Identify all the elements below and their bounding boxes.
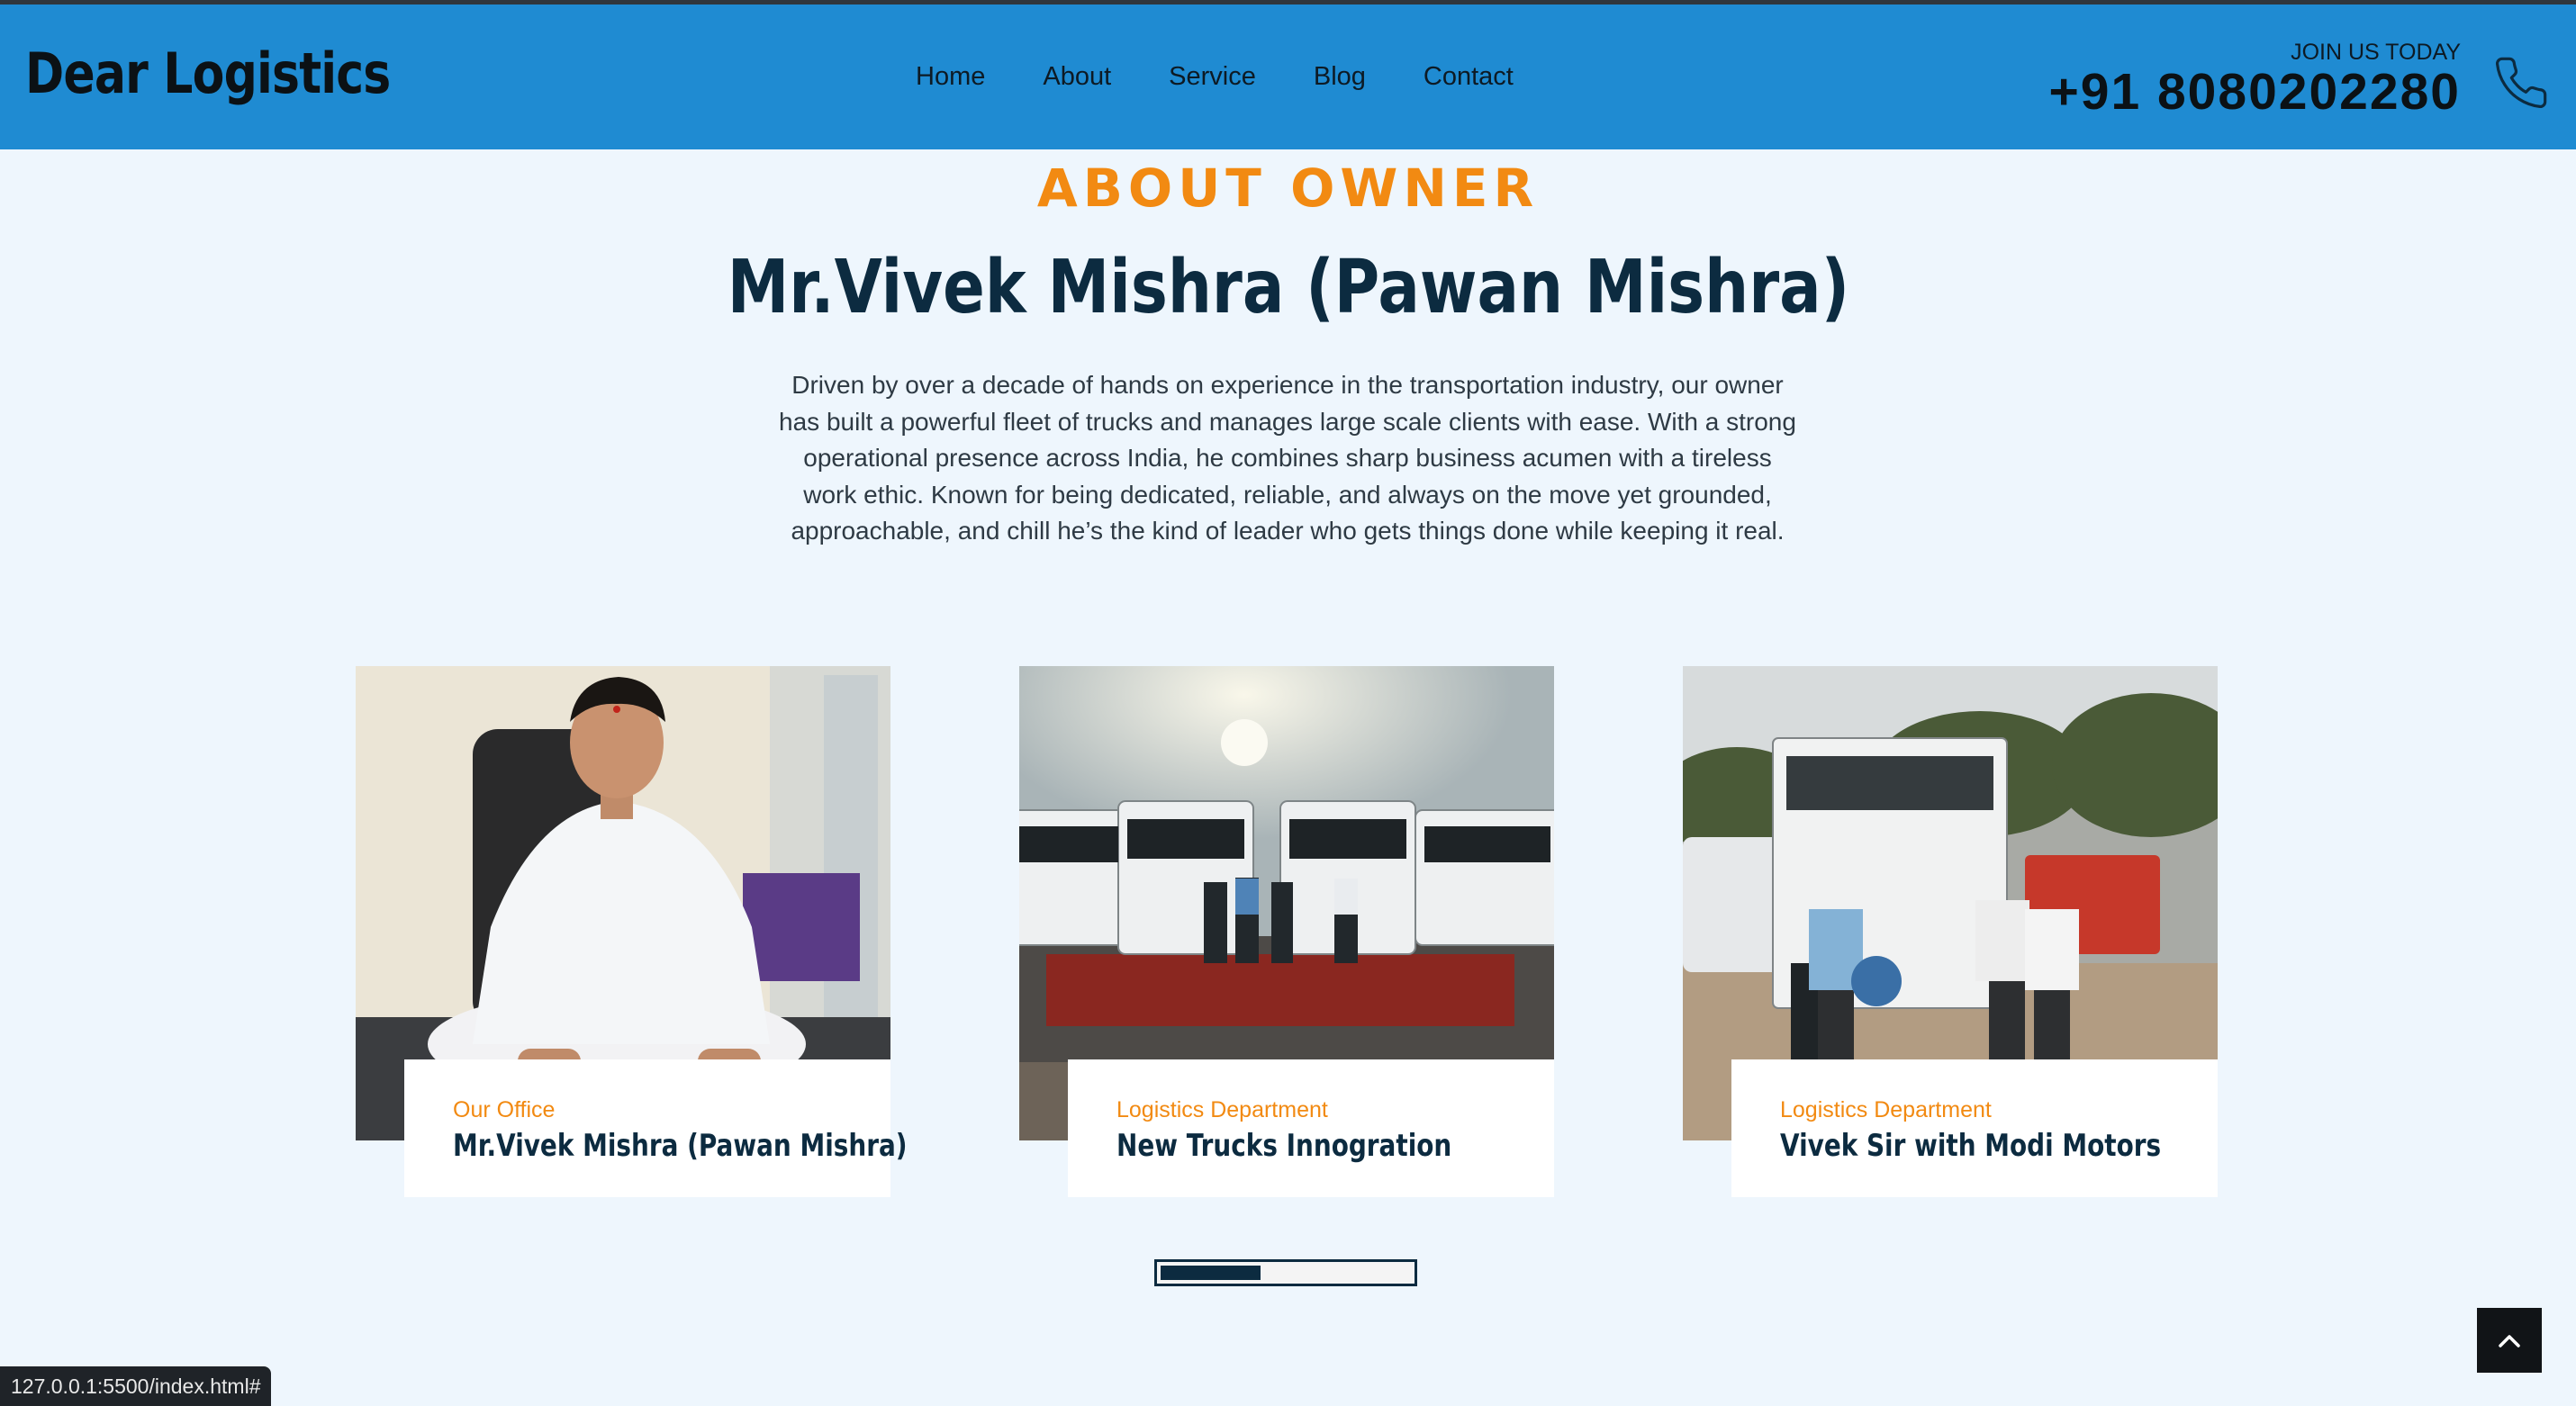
nav-blog[interactable]: Blog — [1314, 62, 1366, 92]
section-eyebrow: ABOUT OWNER — [1036, 158, 1540, 219]
nav-about[interactable]: About — [1043, 62, 1111, 92]
owner-name-heading: Mr.Vivek Mishra (Pawan Mishra) — [0, 245, 2576, 330]
card-caption: Logistics Department Vivek Sir with Modi… — [1731, 1059, 2218, 1197]
gallery-card-modi-motors[interactable]: Logistics Department Vivek Sir with Modi… — [1683, 666, 2218, 1197]
gallery-card-new-trucks[interactable]: Logistics Department New Trucks Innograt… — [1019, 666, 1554, 1197]
card-category[interactable]: Logistics Department — [1780, 1097, 1992, 1123]
nav-contact[interactable]: Contact — [1424, 62, 1514, 92]
brand-logo[interactable]: Dear Logistics — [25, 41, 391, 106]
phone-number[interactable]: +91 8080202280 — [2048, 62, 2461, 122]
back-to-top-button[interactable] — [2477, 1308, 2542, 1373]
carousel-scroll-thumb[interactable] — [1161, 1266, 1261, 1280]
card-title[interactable]: New Trucks Innogration — [1116, 1128, 1451, 1164]
owner-name-text: Mr.Vivek Mishra (Pawan Mishra) — [727, 245, 1849, 330]
card-category[interactable]: Logistics Department — [1116, 1097, 1328, 1123]
card-title[interactable]: Mr.Vivek Mishra (Pawan Mishra) — [453, 1128, 908, 1164]
nav-home[interactable]: Home — [916, 62, 985, 92]
phone-icon[interactable] — [2492, 54, 2550, 112]
chevron-up-icon — [2499, 1335, 2520, 1347]
owner-bio: Driven by over a decade of hands on expe… — [779, 371, 1796, 545]
card-category[interactable]: Our Office — [453, 1097, 555, 1123]
card-title[interactable]: Vivek Sir with Modi Motors — [1780, 1128, 2161, 1164]
nav-service[interactable]: Service — [1169, 62, 1256, 92]
card-caption: Logistics Department New Trucks Innograt… — [1068, 1059, 1554, 1197]
status-bar-url: 127.0.0.1:5500/index.html# — [0, 1366, 272, 1406]
site-header: Dear Logistics Home About Service Blog C… — [0, 5, 2576, 149]
card-caption: Our Office Mr.Vivek Mishra (Pawan Mishra… — [404, 1059, 908, 1197]
carousel-scrollbar[interactable] — [1154, 1259, 1417, 1286]
main-nav: Home About Service Blog Contact — [916, 62, 1514, 92]
gallery-card-office[interactable]: Our Office Mr.Vivek Mishra (Pawan Mishra… — [356, 666, 908, 1197]
